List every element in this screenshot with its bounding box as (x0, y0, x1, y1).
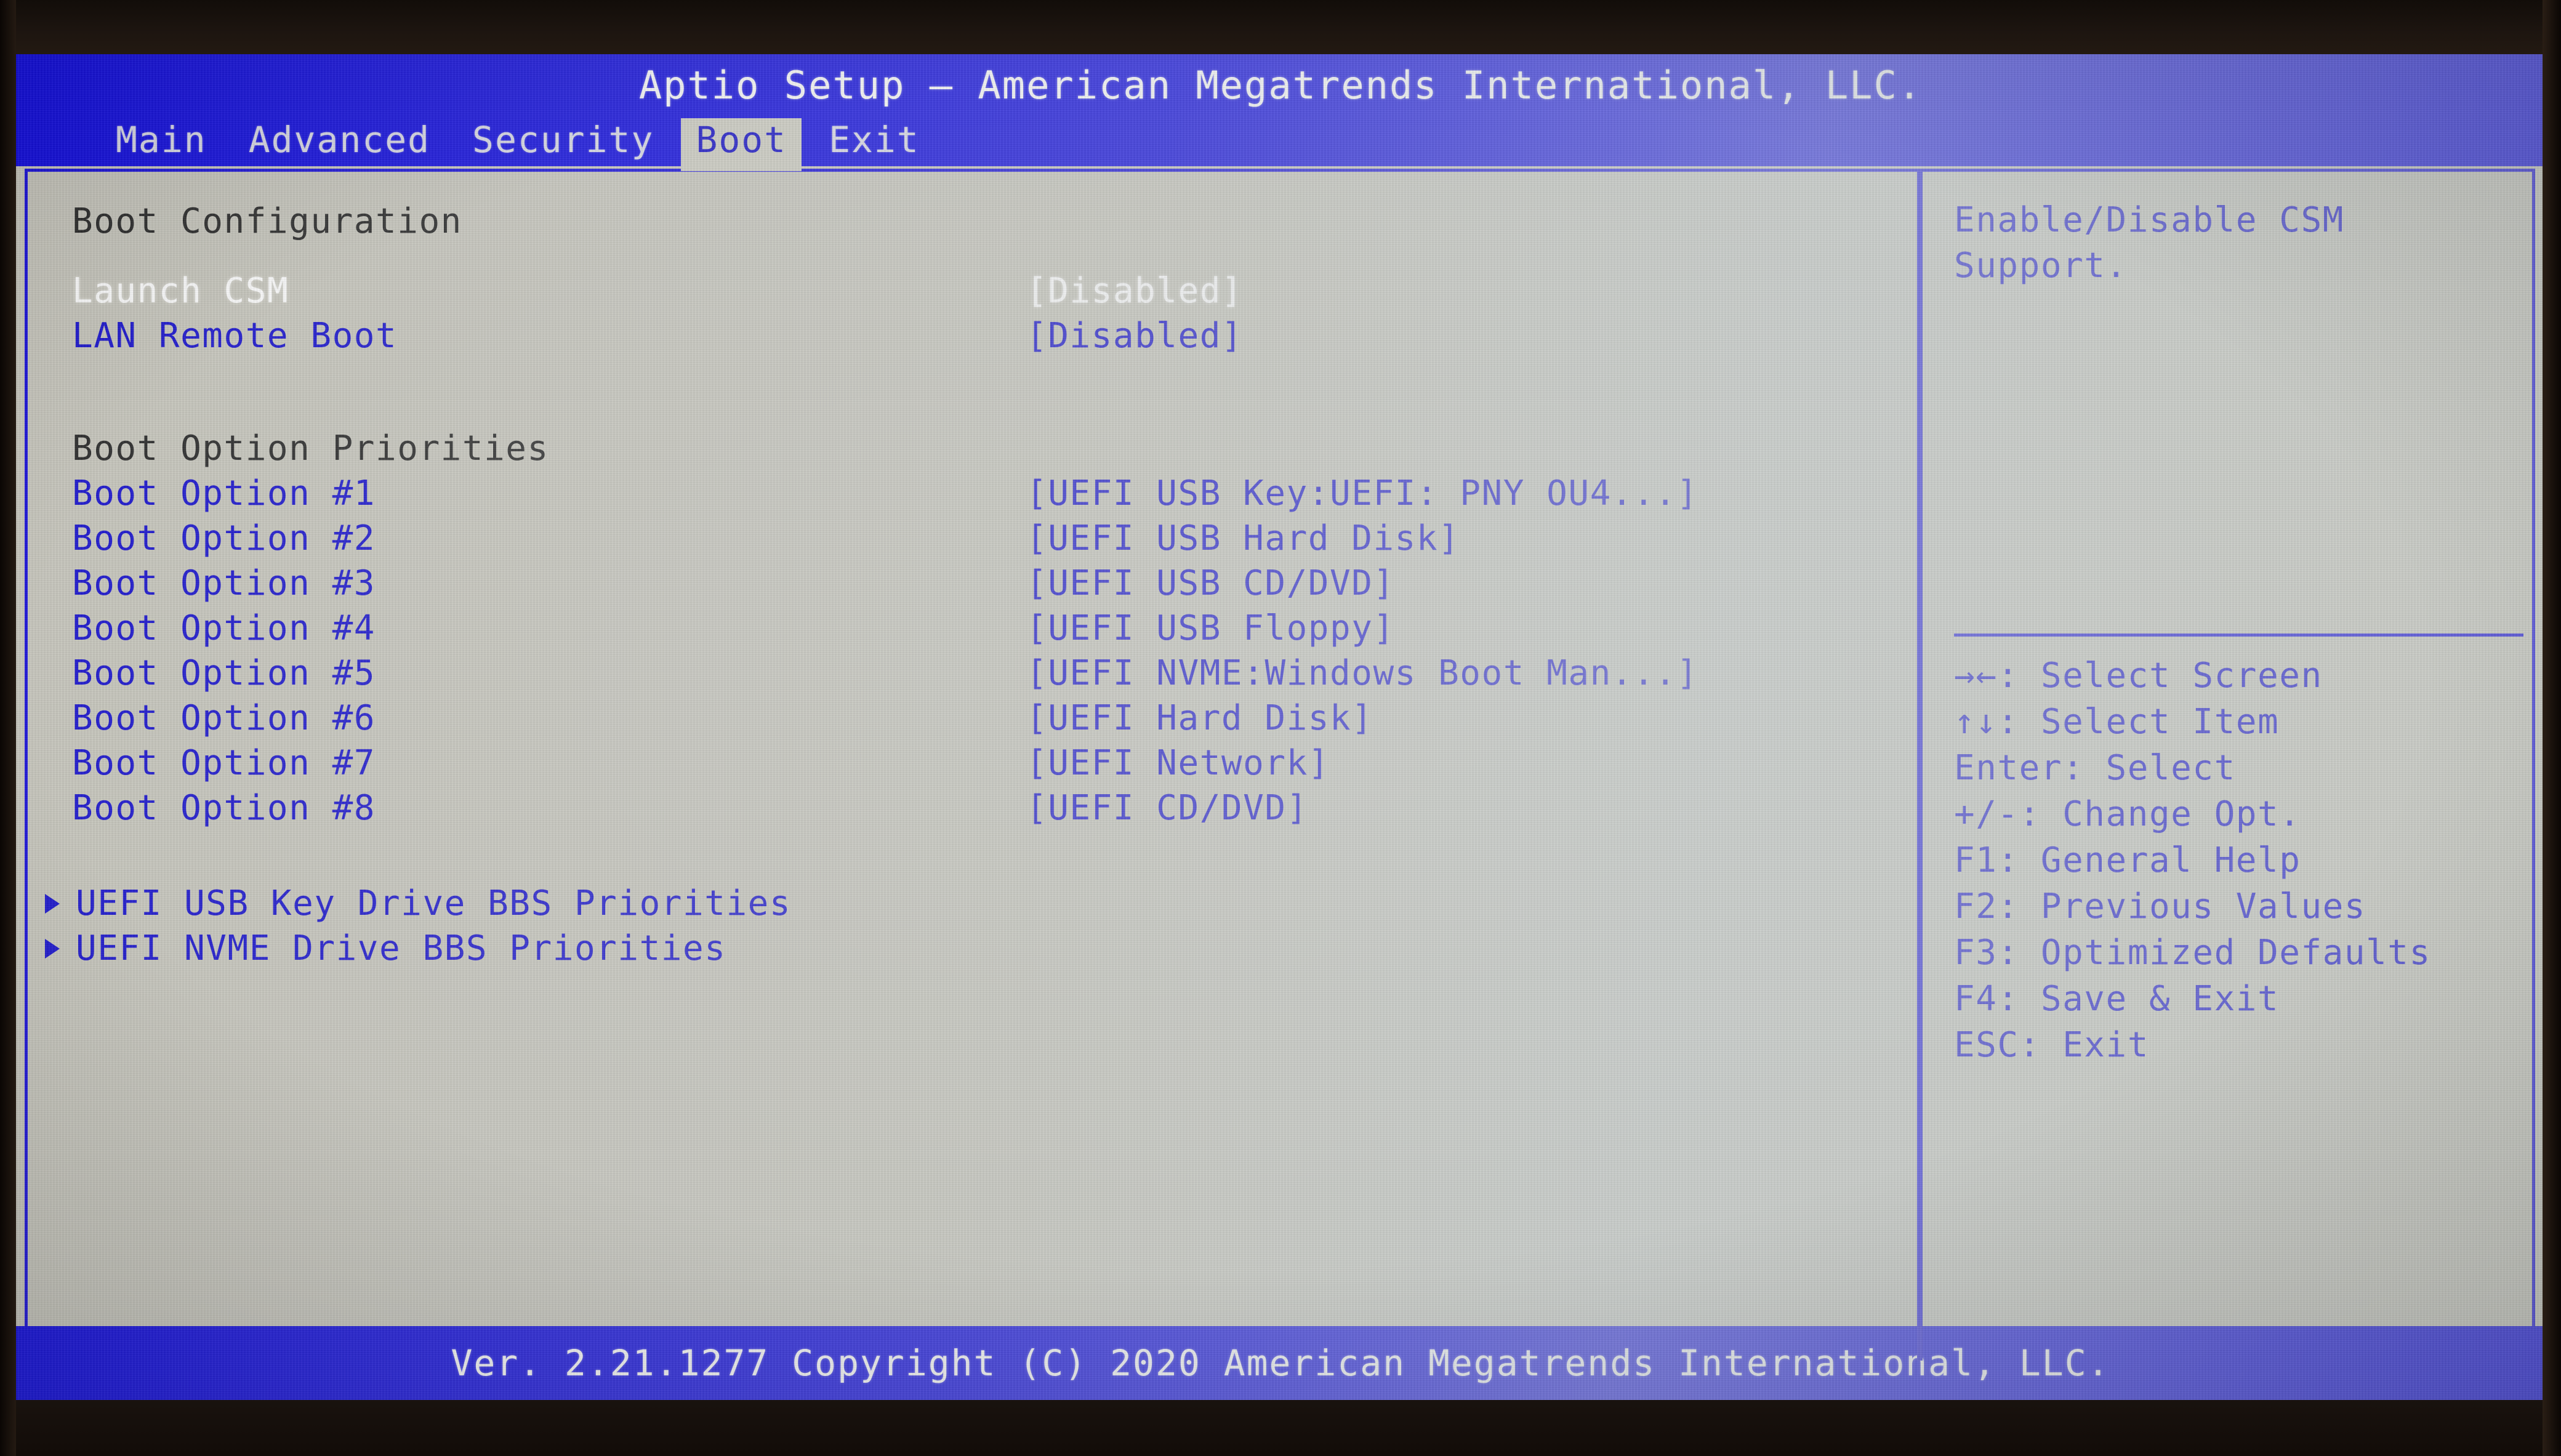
key-legend-keys: ↑↓ (1954, 702, 1998, 742)
boot-option-value[interactable]: [UEFI USB Floppy] (1026, 606, 1395, 651)
help-description: Enable/Disable CSM Support. (1954, 200, 2344, 286)
submenu-row[interactable]: UEFI NVME Drive BBS Priorities (42, 926, 1913, 971)
triangle-right-icon (45, 893, 60, 914)
settings-pane: Boot Configuration Launch CSM [Disabled] L… (29, 173, 1913, 1359)
setting-row[interactable]: LAN Remote Boot [Disabled] (72, 313, 1913, 358)
key-legend-keys: F2 (1954, 887, 1998, 927)
section-heading-boot-option-priorities: Boot Option Priorities (72, 426, 1913, 471)
submenu-label: UEFI NVME Drive BBS Priorities (76, 928, 726, 968)
boot-option-row[interactable]: Boot Option #6 [UEFI Hard Disk] (72, 696, 1913, 741)
tab-exit[interactable]: Exit (814, 118, 935, 166)
key-legend-keys: +/- (1954, 794, 2019, 834)
key-legend-keys: F1 (1954, 840, 1998, 880)
key-legend-row: +/-: Change Opt. (1954, 791, 2527, 837)
monitor-photo: Aptio Setup – American Megatrends Intern… (0, 0, 2561, 1456)
key-legend-row: →←: Select Screen (1954, 653, 2527, 699)
key-legend-keys: F4 (1954, 979, 1998, 1019)
key-legend-action: : Optimized Defaults (1997, 933, 2431, 973)
tab-boot[interactable]: Boot (681, 118, 802, 171)
setting-label: Launch CSM (72, 271, 289, 311)
boot-option-value[interactable]: [UEFI NVME:Windows Boot Man...] (1026, 651, 1699, 696)
boot-option-row[interactable]: Boot Option #3 [UEFI USB CD/DVD] (72, 561, 1913, 606)
setting-value[interactable]: [Disabled] (1026, 268, 1243, 313)
key-legend-row: ↑↓: Select Item (1954, 699, 2527, 745)
triangle-right-icon (45, 938, 60, 959)
monitor-bezel-left (0, 0, 16, 1456)
key-legend-action: : Select (2062, 748, 2236, 788)
key-legend-action: : Select Item (1997, 702, 2280, 742)
boot-option-label: Boot Option #3 (72, 563, 376, 603)
key-legend-action: : Select Screen (1997, 656, 2323, 696)
key-legend-action: : Save & Exit (1997, 979, 2280, 1019)
key-legend-row: F3: Optimized Defaults (1954, 930, 2527, 976)
setting-row[interactable]: Launch CSM [Disabled] (72, 268, 1913, 313)
key-legend-row: F1: General Help (1954, 837, 2527, 883)
pane-divider (1917, 171, 1923, 1361)
key-legend-keys: F3 (1954, 933, 1998, 973)
boot-option-row[interactable]: Boot Option #8 [UEFI CD/DVD] (72, 786, 1913, 831)
boot-option-value[interactable]: [UEFI USB Hard Disk] (1026, 516, 1460, 561)
monitor-bezel-right (2543, 0, 2561, 1456)
boot-option-label: Boot Option #7 (72, 743, 376, 783)
boot-option-priorities-list[interactable]: Boot Option #1 [UEFI USB Key:UEFI: PNY OU… (72, 471, 1913, 831)
boot-option-value[interactable]: [UEFI Network] (1026, 741, 1330, 786)
boot-option-label: Boot Option #4 (72, 608, 376, 648)
boot-option-row[interactable]: Boot Option #2 [UEFI USB Hard Disk] (72, 516, 1913, 561)
boot-option-row[interactable]: Boot Option #5 [UEFI NVME:Windows Boot Ma… (72, 651, 1913, 696)
boot-option-label: Boot Option #1 (72, 473, 376, 513)
boot-option-value[interactable]: [UEFI CD/DVD] (1026, 786, 1308, 831)
bios-setup-screen: Aptio Setup – American Megatrends Intern… (9, 54, 2552, 1400)
setting-value[interactable]: [Disabled] (1026, 313, 1243, 358)
key-legend-action: : Exit (2019, 1025, 2149, 1065)
boot-option-row[interactable]: Boot Option #7 [UEFI Network] (72, 741, 1913, 786)
boot-option-row[interactable]: Boot Option #1 [UEFI USB Key:UEFI: PNY OU… (72, 471, 1913, 516)
help-separator (1954, 633, 2523, 637)
tab-security[interactable]: Security (457, 118, 669, 166)
key-legend-list: →←: Select Screen ↑↓: Select Item Enter: S… (1954, 653, 2527, 1068)
submenu-label: UEFI USB Key Drive BBS Priorities (76, 883, 792, 923)
key-legend-keys: →← (1954, 656, 1998, 696)
key-legend-action: : Change Opt. (2019, 794, 2301, 834)
window-title-bar: Aptio Setup – American Megatrends Intern… (9, 54, 2552, 116)
key-legend-keys: ESC (1954, 1025, 2019, 1065)
monitor-bezel-top (0, 0, 2561, 59)
key-legend-action: : Previous Values (1997, 887, 2366, 927)
boot-option-value[interactable]: [UEFI Hard Disk] (1026, 696, 1373, 741)
menu-bar[interactable]: Main Advanced Security Boot Exit (9, 112, 2552, 171)
section-heading-label: Boot Option Priorities (72, 428, 549, 469)
submenu-row[interactable]: UEFI USB Key Drive BBS Priorities (42, 881, 1913, 926)
window-title: Aptio Setup – American Megatrends Intern… (638, 62, 1923, 108)
tab-advanced[interactable]: Advanced (234, 118, 445, 166)
key-legend-action: : General Help (1997, 840, 2301, 880)
boot-option-label: Boot Option #8 (72, 788, 376, 828)
setting-label: LAN Remote Boot (72, 316, 398, 356)
section-heading-boot-configuration: Boot Configuration (72, 199, 1913, 244)
bbs-priorities-submenu-list[interactable]: UEFI USB Key Drive BBS Priorities UEFI NV… (45, 881, 1913, 971)
boot-option-value[interactable]: [UEFI USB CD/DVD] (1026, 561, 1395, 606)
key-legend-keys: Enter (1954, 748, 2063, 788)
section-heading-label: Boot Configuration (72, 201, 462, 241)
key-legend-row: F4: Save & Exit (1954, 976, 2527, 1022)
help-pane: Enable/Disable CSM Support. →←: Select S… (1936, 173, 2527, 1359)
boot-option-label: Boot Option #5 (72, 653, 376, 693)
boot-option-value[interactable]: [UEFI USB Key:UEFI: PNY OU4...] (1026, 471, 1699, 516)
key-legend-row: ESC: Exit (1954, 1022, 2527, 1068)
key-legend-row: F2: Previous Values (1954, 883, 2527, 930)
boot-option-label: Boot Option #2 (72, 518, 376, 558)
tab-main[interactable]: Main (101, 118, 222, 166)
boot-option-label: Boot Option #6 (72, 698, 376, 738)
boot-option-row[interactable]: Boot Option #4 [UEFI USB Floppy] (72, 606, 1913, 651)
boot-configuration-list[interactable]: Launch CSM [Disabled] LAN Remote Boot [Disa… (72, 268, 1913, 358)
key-legend-row: Enter: Select (1954, 745, 2527, 791)
